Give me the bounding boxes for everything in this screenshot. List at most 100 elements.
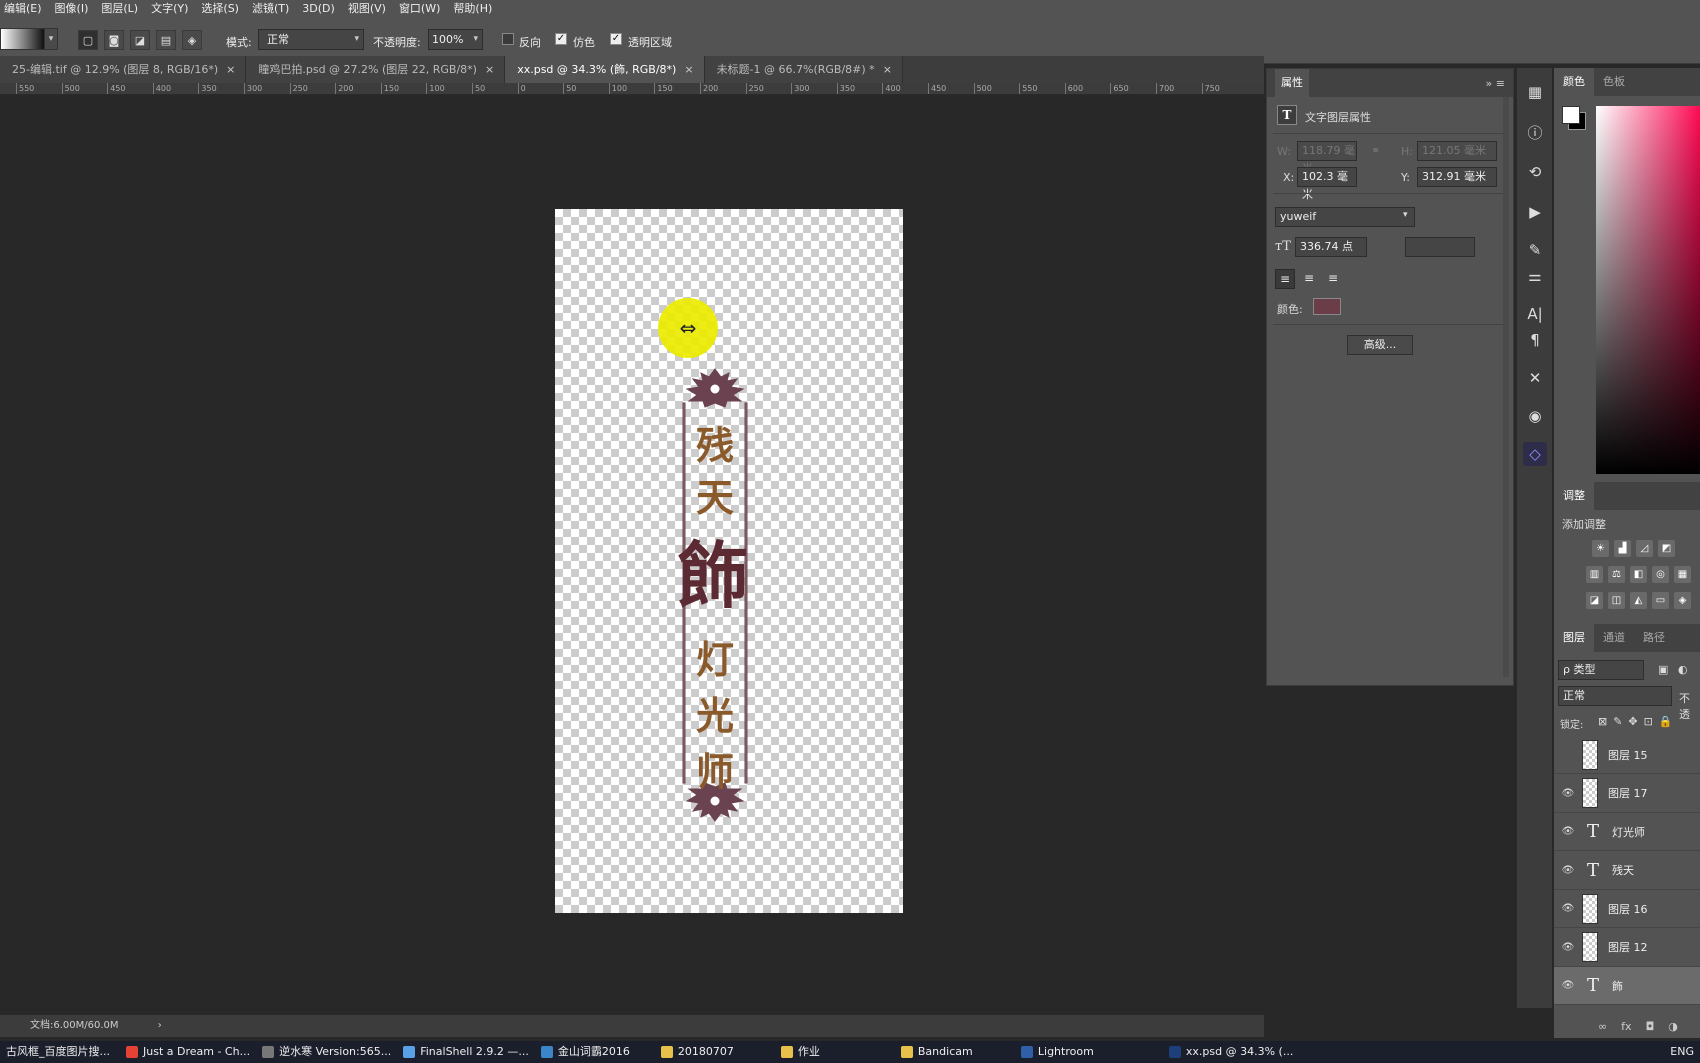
blend-mode-select[interactable]: 正常 (1558, 686, 1672, 706)
mode-select[interactable]: 正常 ▾ (258, 29, 364, 50)
linear-gradient-icon[interactable]: ▢ (78, 30, 98, 50)
layer-row[interactable]: 图层 15 (1554, 736, 1700, 774)
posterize-icon[interactable]: ◫ (1608, 592, 1625, 609)
document-tab[interactable]: 瞳鸡巴拍.psd @ 27.2% (图层 22, RGB/8*) × (246, 56, 506, 83)
tab-color[interactable]: 颜色 (1554, 68, 1594, 96)
advanced-button[interactable]: 高级... (1347, 335, 1413, 355)
close-icon[interactable]: × (883, 63, 892, 76)
brush-presets-icon[interactable]: ✎ (1523, 238, 1547, 262)
close-icon[interactable]: × (226, 63, 235, 76)
vibrance-icon[interactable]: ▥ (1586, 566, 1603, 583)
align-center-icon[interactable]: ≡ (1299, 269, 1319, 289)
color-picker-field[interactable] (1596, 106, 1700, 474)
font-size-field[interactable]: 336.74 点 (1295, 237, 1367, 257)
close-icon[interactable]: × (684, 63, 693, 76)
invert-icon[interactable]: ◪ (1586, 592, 1603, 609)
x-field[interactable]: 102.3 毫米 (1297, 167, 1357, 201)
levels-icon[interactable]: ▟ (1614, 540, 1631, 557)
menu-item[interactable]: 图层(L) (101, 0, 138, 16)
color-wheel-icon[interactable]: ◉ (1523, 404, 1547, 428)
filter-image-icon[interactable]: ▣ (1658, 663, 1668, 676)
align-left-icon[interactable]: ≡ (1275, 269, 1295, 289)
history-icon[interactable]: ⟲ (1523, 160, 1547, 184)
eye-icon[interactable]: 👁 (1554, 865, 1582, 876)
layer-row[interactable]: 👁 T 飾 (1554, 967, 1700, 1005)
align-right-icon[interactable]: ≡ (1323, 269, 1343, 289)
taskbar-item[interactable]: 金山词霸2016 (535, 1041, 655, 1063)
panel-scrollbar[interactable] (1503, 97, 1509, 677)
foreground-color-swatch[interactable] (1562, 106, 1580, 124)
taskbar-item[interactable]: 古风框_百度图片搜... (0, 1041, 120, 1063)
actions-icon[interactable]: ▶ (1523, 200, 1547, 224)
close-icon[interactable]: × (485, 63, 494, 76)
filter-adjust-icon[interactable]: ◐ (1678, 663, 1688, 676)
layer-row[interactable]: 👁 图层 16 (1554, 890, 1700, 928)
tab-properties[interactable]: 属性 (1275, 69, 1309, 97)
reverse-checkbox[interactable] (502, 33, 514, 45)
info-icon[interactable]: ⓘ (1523, 120, 1547, 144)
transparency-checkbox[interactable]: ✓ (610, 33, 622, 45)
taskbar-item[interactable]: Lightroom (1015, 1041, 1135, 1063)
photo-filter-icon[interactable]: ◎ (1652, 566, 1669, 583)
status-arrow-icon[interactable]: › (158, 1020, 162, 1031)
menu-item[interactable]: 编辑(E) (4, 0, 42, 16)
layer-row[interactable]: 👁 T 残天 (1554, 852, 1700, 890)
angle-gradient-icon[interactable]: ◪ (130, 30, 150, 50)
radial-gradient-icon[interactable]: ◙ (104, 30, 124, 50)
panel-menu-icon[interactable]: » ≡ (1486, 77, 1505, 90)
channel-mixer-icon[interactable]: ▦ (1674, 566, 1691, 583)
paragraph-icon[interactable]: ¶ (1523, 328, 1547, 352)
menu-item[interactable]: 文字(Y) (151, 0, 188, 16)
taskbar-item[interactable]: Bandicam (895, 1041, 1015, 1063)
link-icon[interactable]: ⚭ (1371, 144, 1380, 157)
y-field[interactable]: 312.91 毫米 (1417, 167, 1497, 187)
curves-icon[interactable]: ◿ (1636, 540, 1653, 557)
eraser-icon[interactable]: ◇ (1523, 442, 1547, 466)
taskbar-item[interactable]: xx.psd @ 34.3% (... (1163, 1041, 1299, 1063)
selective-color-icon[interactable]: ◈ (1674, 592, 1691, 609)
eye-icon[interactable]: 👁 (1554, 788, 1582, 799)
balance-icon[interactable]: ⚖ (1608, 566, 1625, 583)
lock-icons[interactable]: ⊠✎✥⊡🔒 (1598, 715, 1679, 728)
menu-item[interactable]: 3D(D) (302, 2, 335, 15)
brightness-icon[interactable]: ☀ (1592, 540, 1609, 557)
document-tab[interactable]: 25-编辑.tif @ 12.9% (图层 8, RGB/16*) × (0, 56, 247, 83)
width-field[interactable]: 118.79 毫米 (1297, 141, 1357, 175)
exposure-icon[interactable]: ◩ (1658, 540, 1675, 557)
reflected-gradient-icon[interactable]: ▤ (156, 30, 176, 50)
diamond-gradient-icon[interactable]: ◈ (182, 30, 202, 50)
tracking-field[interactable] (1405, 237, 1475, 257)
chevron-down-icon[interactable]: ▾ (1403, 210, 1408, 220)
tab-layers[interactable]: 图层 (1554, 624, 1594, 652)
tab-paths[interactable]: 路径 (1634, 624, 1674, 652)
fx-icon[interactable]: fx (1621, 1020, 1631, 1033)
tab-swatches[interactable]: 色板 (1594, 68, 1634, 96)
menu-item[interactable]: 窗口(W) (399, 0, 440, 16)
tab-channels[interactable]: 通道 (1594, 624, 1634, 652)
layer-row[interactable]: 👁 图层 17 (1554, 775, 1700, 813)
gradient-map-icon[interactable]: ▭ (1652, 592, 1669, 609)
document-tab[interactable]: xx.psd @ 34.3% (飾, RGB/8*) × (505, 56, 705, 83)
height-field[interactable]: 121.05 毫米 (1417, 141, 1497, 161)
histogram-icon[interactable]: ▦ (1523, 80, 1547, 104)
opacity-select[interactable]: 100% ▾ (428, 29, 483, 50)
text-color-swatch[interactable] (1313, 298, 1341, 315)
tab-adjustments[interactable]: 调整 (1554, 482, 1594, 510)
link-layers-icon[interactable]: ∞ (1598, 1020, 1607, 1033)
eye-icon[interactable]: 👁 (1554, 980, 1582, 991)
threshold-icon[interactable]: ◭ (1630, 592, 1647, 609)
taskbar-item[interactable]: 20180707 (655, 1041, 775, 1063)
bw-icon[interactable]: ◧ (1630, 566, 1647, 583)
document-tab[interactable]: 未标题-1 @ 66.7%(RGB/8#) * × (704, 56, 903, 83)
menu-item[interactable]: 视图(V) (348, 0, 386, 16)
mask-icon[interactable]: ◘ (1646, 1020, 1655, 1033)
taskbar-item[interactable]: 作业 (775, 1041, 895, 1063)
taskbar-item[interactable]: FinalShell 2.9.2 —... (397, 1041, 535, 1063)
gradient-preview[interactable] (0, 28, 48, 50)
menu-item[interactable]: 帮助(H) (453, 0, 492, 16)
gradient-dropdown-icon[interactable]: ▾ (44, 28, 58, 50)
eye-icon[interactable]: 👁 (1554, 942, 1582, 953)
eye-icon[interactable]: 👁 (1554, 826, 1582, 837)
eye-icon[interactable]: 👁 (1554, 903, 1582, 914)
menu-item[interactable]: 滤镜(T) (252, 0, 289, 16)
